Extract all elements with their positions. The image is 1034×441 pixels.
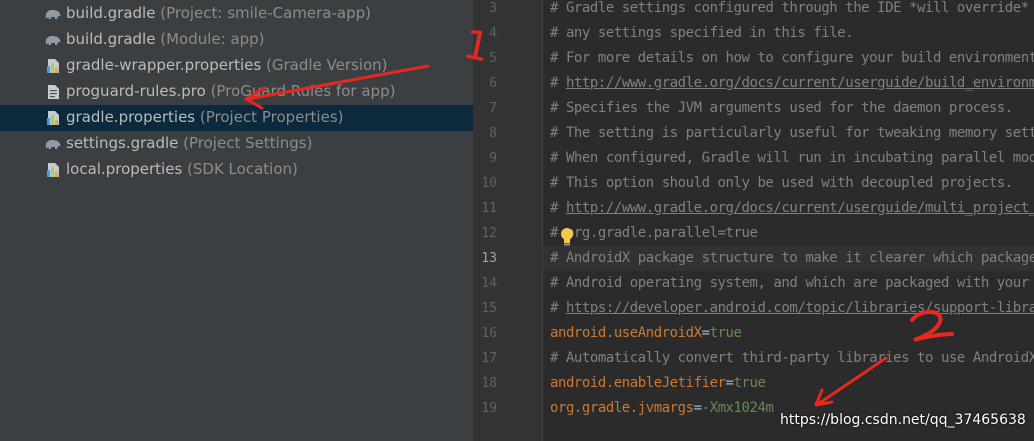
code-line[interactable]: # any settings specified in this file. — [543, 21, 1034, 46]
code-line[interactable]: android.enableJetifier=true — [543, 371, 1034, 396]
tree-item[interactable]: proguard-rules.pro (ProGuard Rules for a… — [0, 79, 473, 105]
tree-item-name: local.properties — [66, 160, 183, 178]
text-file-icon — [44, 83, 62, 101]
properties-file-icon — [44, 109, 62, 127]
tree-item-name: build.gradle — [66, 4, 156, 22]
line-number: 5 — [489, 51, 497, 66]
code-token: # Gradle settings configured through the… — [550, 0, 1029, 16]
code-token: = — [701, 325, 710, 341]
tree-item-hint: (Project Settings) — [178, 134, 313, 152]
tree-item-label: gradle.properties (Project Properties) — [66, 108, 344, 126]
gradle-elephant-icon — [44, 135, 62, 153]
line-number: 12 — [481, 226, 497, 241]
line-number: 18 — [481, 376, 497, 391]
code-link[interactable]: http://www.gradle.org/docs/current/userg… — [566, 200, 1034, 216]
code-line[interactable]: # https://developer.android.com/topic/li… — [543, 296, 1034, 321]
tree-item-hint: (SDK Location) — [182, 160, 298, 178]
code-line[interactable]: # For more details on how to configure y… — [543, 46, 1034, 71]
tree-item-label: gradle-wrapper.properties (Gradle Versio… — [66, 56, 388, 74]
tree-item[interactable]: settings.gradle (Project Settings) — [0, 131, 473, 157]
tree-item[interactable]: build.gradle (Module: app) — [0, 27, 473, 53]
code-token: android.enableJetifier — [550, 375, 726, 391]
code-token: # When configured, Gradle will run in in… — [550, 150, 1034, 166]
line-number: 13 — [481, 251, 497, 266]
code-token: android.useAndroidX — [550, 325, 702, 341]
tree-item[interactable]: gradle-wrapper.properties (Gradle Versio… — [0, 53, 473, 79]
code-editor[interactable]: # Gradle settings configured through the… — [543, 0, 1034, 441]
line-number: 6 — [489, 76, 497, 91]
code-token: # AndroidX package structure to make it … — [550, 250, 1034, 266]
tree-item-name: gradle.properties — [66, 108, 196, 126]
tree-item-label: build.gradle (Module: app) — [66, 30, 265, 48]
code-token: # This option should only be used with d… — [550, 175, 1013, 191]
code-token: # — [550, 75, 566, 91]
code-line[interactable]: # http://www.gradle.org/docs/current/use… — [543, 196, 1034, 221]
tree-item-name: build.gradle — [66, 30, 156, 48]
watermark-text: https://blog.csdn.net/qq_37465638 — [780, 412, 1026, 428]
code-line[interactable]: android.useAndroidX=true — [543, 321, 1034, 346]
line-number: 9 — [489, 151, 497, 166]
code-line[interactable]: # The setting is particularly useful for… — [543, 121, 1034, 146]
gradle-elephant-icon — [44, 5, 62, 23]
code-token: -Xmx1024m — [701, 400, 774, 416]
project-tree-panel: build.gradle (Project: smile-Camera-app)… — [0, 0, 473, 441]
code-token: = — [725, 375, 734, 391]
code-token: = — [693, 400, 702, 416]
line-number: 10 — [481, 176, 497, 191]
tree-item-hint: (ProGuard Rules for app) — [205, 82, 396, 100]
code-token: # Specifies the JVM arguments used for t… — [550, 100, 1013, 116]
tree-item-hint: (Gradle Version) — [261, 56, 388, 74]
code-token: true — [709, 325, 742, 341]
code-line[interactable]: # When configured, Gradle will run in in… — [543, 146, 1034, 171]
line-number: 19 — [481, 401, 497, 416]
tree-item-label: settings.gradle (Project Settings) — [66, 134, 312, 152]
tree-item-label: build.gradle (Project: smile-Camera-app) — [66, 4, 371, 22]
code-line[interactable]: # Android operating system, and which ar… — [543, 271, 1034, 296]
code-token: # Android operating system, and which ar… — [550, 275, 1029, 291]
code-line[interactable]: # AndroidX package structure to make it … — [543, 246, 1034, 271]
intention-bulb-icon[interactable] — [560, 227, 574, 247]
code-token: # — [550, 200, 566, 216]
code-link[interactable]: https://developer.android.com/topic/libr… — [566, 300, 1034, 316]
tree-item[interactable]: local.properties (SDK Location) — [0, 157, 473, 183]
tree-item-hint: (Project Properties) — [195, 108, 344, 126]
code-line[interactable]: # Automatically convert third-party libr… — [543, 346, 1034, 371]
code-token: # org.gradle.parallel=true — [550, 225, 758, 241]
properties-file-icon — [44, 57, 62, 75]
line-number: 3 — [489, 1, 497, 16]
tree-item-name: gradle-wrapper.properties — [66, 56, 262, 74]
line-number: 16 — [481, 326, 497, 341]
tree-item-label: local.properties (SDK Location) — [66, 160, 298, 178]
line-number: 7 — [489, 101, 497, 116]
code-token: org.gradle.jvmargs — [550, 400, 694, 416]
line-number: 8 — [489, 126, 497, 141]
code-token: # any settings specified in this file. — [550, 25, 854, 41]
code-token: # Automatically convert third-party libr… — [550, 350, 1034, 366]
code-line[interactable]: # org.gradle.parallel=true — [543, 221, 1034, 246]
code-token: # The setting is particularly useful for… — [550, 125, 1034, 141]
tree-item-name: settings.gradle — [66, 134, 179, 152]
gradle-elephant-icon — [44, 31, 62, 49]
line-number: 4 — [489, 26, 497, 41]
code-token: true — [733, 375, 766, 391]
tree-item-hint: (Module: app) — [155, 30, 265, 48]
line-number: 15 — [481, 301, 497, 316]
code-token: # — [550, 300, 566, 316]
tree-item[interactable]: build.gradle (Project: smile-Camera-app) — [0, 1, 473, 27]
tree-item-label: proguard-rules.pro (ProGuard Rules for a… — [66, 82, 395, 100]
line-number: 17 — [481, 351, 497, 366]
properties-file-icon — [44, 161, 62, 179]
tree-item-name: proguard-rules.pro — [66, 82, 206, 100]
line-number: 14 — [481, 276, 497, 291]
tree-item[interactable]: gradle.properties (Project Properties) — [0, 105, 473, 131]
code-line[interactable]: # Gradle settings configured through the… — [543, 0, 1034, 21]
code-line[interactable]: # Specifies the JVM arguments used for t… — [543, 96, 1034, 121]
tree-item-hint: (Project: smile-Camera-app) — [155, 4, 371, 22]
code-line[interactable]: # http://www.gradle.org/docs/current/use… — [543, 71, 1034, 96]
code-token: # For more details on how to configure y… — [550, 50, 1034, 66]
code-line[interactable]: # This option should only be used with d… — [543, 171, 1034, 196]
code-link[interactable]: http://www.gradle.org/docs/current/userg… — [566, 75, 1034, 91]
line-number: 11 — [481, 201, 497, 216]
